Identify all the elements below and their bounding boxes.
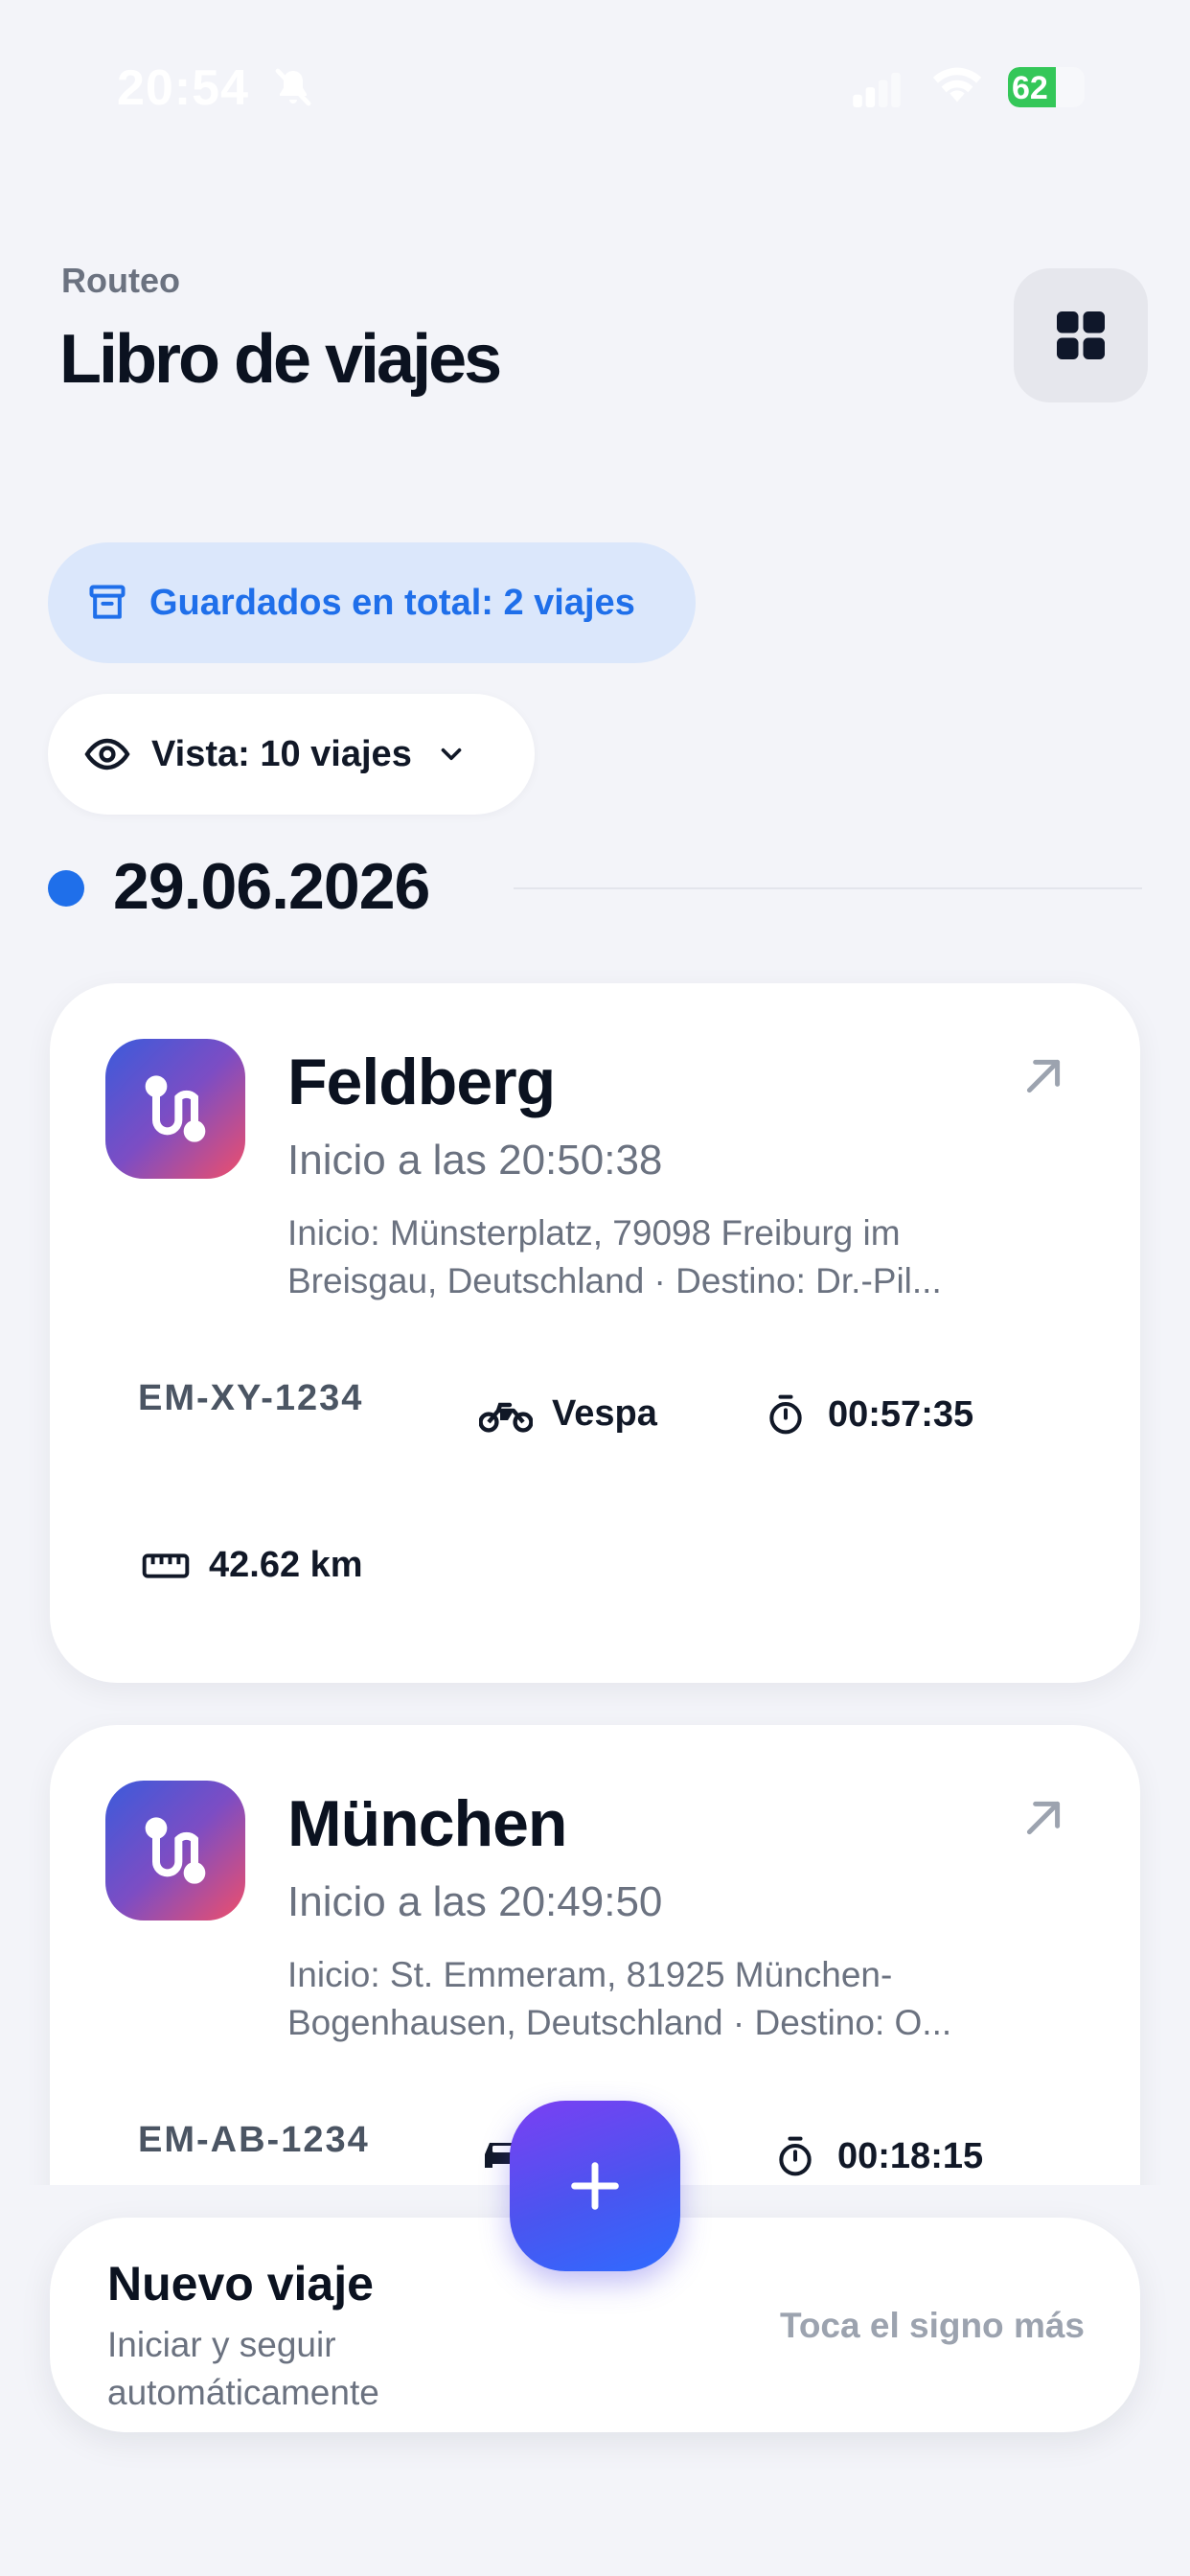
trip-distance-label: 42.62 km <box>209 1545 363 1585</box>
stopwatch-icon <box>769 1394 802 1435</box>
add-trip-button[interactable] <box>510 2101 680 2271</box>
trip-title: Feldberg <box>287 1046 556 1118</box>
battery-indicator: 62 <box>1008 67 1085 107</box>
view-count-label: Vista: 10 viajes <box>151 733 412 774</box>
trip-vehicle-label: Vespa <box>552 1393 657 1434</box>
arrow-up-right-icon[interactable] <box>1019 1052 1067 1100</box>
route-icon <box>145 1075 206 1142</box>
cellular-signal-icon <box>853 72 901 107</box>
plus-icon <box>571 2162 619 2210</box>
date-divider <box>514 887 1142 889</box>
new-trip-title: Nuevo viaje <box>107 2257 374 2311</box>
ruler-icon <box>142 1552 190 1578</box>
wifi-icon <box>932 67 982 103</box>
trip-license-plate: EM-XY-1234 <box>138 1378 364 1418</box>
trip-duration-label: 00:18:15 <box>837 2135 984 2176</box>
trip-vehicle: Vespa <box>479 1393 657 1435</box>
trip-log-screen: 20:54 62 Routeo Libro de viajes Guardado… <box>0 0 1190 2576</box>
grid-icon <box>1057 311 1105 359</box>
trip-title: München <box>287 1787 567 1860</box>
trip-start-time: Inicio a las 20:50:38 <box>287 1137 663 1184</box>
trip-start-time: Inicio a las 20:49:50 <box>287 1878 663 1925</box>
status-time: 20:54 <box>117 60 249 116</box>
app-name: Routeo <box>61 261 180 300</box>
trip-card[interactable]: Feldberg Inicio a las 20:50:38 Inicio: M… <box>50 983 1140 1683</box>
saved-trips-label: Guardados en total: 2 viajes <box>149 582 635 623</box>
trip-address: Inicio: St. Emmeram, 81925 München-Bogen… <box>287 1955 952 2042</box>
battery-percentage: 62 <box>1012 70 1048 106</box>
date-group-label: 29.06.2026 <box>113 850 430 923</box>
page-title: Libro de viajes <box>59 321 502 398</box>
trip-duration: 00:57:35 <box>765 1393 973 1436</box>
chevron-down-icon <box>441 748 462 761</box>
arrow-up-right-icon[interactable] <box>1019 1794 1067 1842</box>
route-icon <box>145 1817 206 1884</box>
trip-distance: 42.62 km <box>142 1545 363 1586</box>
motorcycle-icon <box>479 1402 533 1433</box>
status-bar: 20:54 62 <box>0 0 1190 172</box>
trip-address: Inicio: Münsterplatz, 79098 Freiburg im … <box>287 1213 942 1300</box>
trip-license-plate: EM-AB-1234 <box>138 2120 370 2160</box>
trip-duration: 00:18:15 <box>774 2135 983 2177</box>
saved-trips-chip[interactable]: Guardados en total: 2 viajes <box>48 542 696 663</box>
date-marker <box>48 870 84 907</box>
bell-slash-icon <box>275 68 311 106</box>
archive-box-icon <box>89 585 126 619</box>
stopwatch-icon <box>779 2136 812 2176</box>
eye-icon <box>84 738 130 770</box>
view-count-dropdown[interactable]: Vista: 10 viajes <box>48 694 535 815</box>
trip-duration-label: 00:57:35 <box>828 1393 974 1435</box>
new-trip-hint: Toca el signo más <box>779 2306 1085 2345</box>
new-trip-subtitle: Iniciar y seguir automáticamente <box>107 2325 379 2412</box>
trip-avatar <box>105 1781 245 1920</box>
trip-avatar <box>105 1039 245 1179</box>
grid-view-button[interactable] <box>1014 268 1148 402</box>
